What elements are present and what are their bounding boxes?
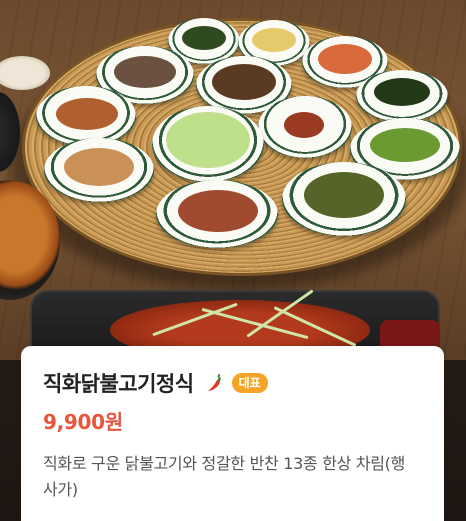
- signature-badge: 대표: [231, 373, 268, 393]
- title-row: 직화닭불고기정식 대표: [43, 368, 422, 398]
- menu-name: 직화닭불고기정식: [43, 372, 194, 396]
- menu-description: 직화로 구운 닭불고기와 정갈한 반찬 13종 한상 차림(행사가): [43, 454, 406, 499]
- chili-pepper-icon: [204, 372, 226, 394]
- menu-info-card[interactable]: 직화닭불고기정식 대표 9,900원 직화로 구운 닭불고기와 정갈한 반찬 1…: [21, 346, 444, 521]
- menu-price: 9,900원: [43, 410, 123, 434]
